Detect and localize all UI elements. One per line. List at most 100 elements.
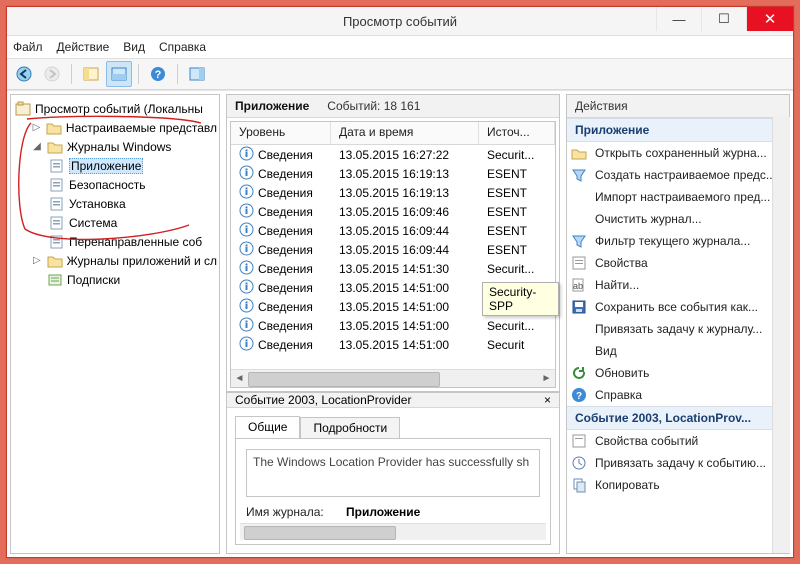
properties-icon [571, 255, 587, 271]
action-attach-task[interactable]: Привязать задачу к журналу... [567, 318, 789, 340]
save-icon [571, 299, 587, 315]
event-row[interactable]: Сведения13.05.2015 16:27:22Securit... [231, 145, 555, 164]
action-copy[interactable]: Копировать▸ [567, 474, 789, 496]
info-icon [239, 203, 254, 221]
info-icon [239, 146, 254, 164]
tree-custom-views[interactable]: ▷Настраиваемые представл [13, 118, 217, 137]
center-pane: Приложение Событий: 18 161 Уровень Дата … [223, 91, 563, 557]
action-save-all-events[interactable]: Сохранить все события как... [567, 296, 789, 318]
menubar: Файл Действие Вид Справка [7, 36, 793, 59]
event-detail-pane: Событие 2003, LocationProvider × Общие П… [226, 392, 560, 554]
col-source[interactable]: Источ... [479, 122, 555, 144]
column-headers: Уровень Дата и время Источ... [231, 122, 555, 145]
action-create-custom-view[interactable]: Создать настраиваемое предс... [567, 164, 789, 186]
maximize-button[interactable]: ☐ [701, 7, 746, 31]
log-name-label: Имя журнала: [246, 505, 336, 519]
action-event-attach-task[interactable]: Привязать задачу к событию... [567, 452, 789, 474]
actions-v-scrollbar[interactable] [772, 117, 790, 553]
detail-title: Событие 2003, LocationProvider [235, 393, 411, 407]
event-message: The Windows Location Provider has succes… [246, 449, 540, 497]
find-icon: ab [571, 277, 587, 293]
action-open-saved-log[interactable]: Открыть сохраненный журна... [567, 142, 789, 164]
tree-root[interactable]: Просмотр событий (Локальны [13, 99, 217, 118]
tab-details[interactable]: Подробности [300, 417, 400, 439]
tree-pane: Просмотр событий (Локальны ▷Настраиваемы… [10, 94, 220, 554]
event-row[interactable]: Сведения13.05.2015 16:09:44ESENT [231, 221, 555, 240]
refresh-icon [571, 365, 587, 381]
properties-icon [571, 433, 587, 449]
action-filter-log[interactable]: Фильтр текущего журнала... [567, 230, 789, 252]
log-icon [49, 177, 65, 193]
task-icon [571, 455, 587, 471]
folder-icon [46, 120, 62, 136]
tree-app-service-logs[interactable]: ▷Журналы приложений и сл [13, 251, 217, 270]
menu-help[interactable]: Справка [159, 40, 206, 54]
funnel-icon [571, 167, 587, 183]
funnel-icon [571, 233, 587, 249]
help-button[interactable]: ? [145, 61, 171, 87]
info-icon [239, 241, 254, 259]
folder-icon [47, 139, 63, 155]
menu-view[interactable]: Вид [123, 40, 145, 54]
action-help[interactable]: ?Справка▸ [567, 384, 789, 406]
show-preview-button[interactable] [106, 61, 132, 87]
tree-system[interactable]: Система [13, 213, 217, 232]
action-event-properties[interactable]: Свойства событий [567, 430, 789, 452]
forward-button[interactable] [39, 61, 65, 87]
tree-application[interactable]: Приложение [13, 156, 217, 175]
copy-icon [571, 477, 587, 493]
detail-h-scrollbar[interactable] [240, 523, 546, 540]
info-icon [239, 336, 254, 354]
action-import-custom-view[interactable]: Импорт настраиваемого пред... [567, 186, 789, 208]
list-header: Приложение Событий: 18 161 [227, 95, 559, 118]
expand-icon[interactable]: ▷ [31, 122, 42, 133]
show-tree-button[interactable] [78, 61, 104, 87]
list-count: Событий: 18 161 [327, 99, 420, 113]
back-button[interactable] [11, 61, 37, 87]
expand-icon[interactable]: ▷ [31, 255, 43, 266]
log-icon [49, 196, 65, 212]
collapse-icon[interactable]: ◢ [31, 141, 43, 152]
tree-setup[interactable]: Установка [13, 194, 217, 213]
info-icon [239, 222, 254, 240]
event-row[interactable]: Сведения13.05.2015 14:51:00Securit... [231, 316, 555, 335]
minimize-button[interactable]: — [656, 7, 701, 31]
event-row[interactable]: Сведения13.05.2015 16:19:13ESENT [231, 183, 555, 202]
event-row[interactable]: Сведения13.05.2015 16:09:44ESENT [231, 240, 555, 259]
svg-text:?: ? [576, 391, 582, 402]
subscriptions-icon [47, 272, 63, 288]
action-clear-log[interactable]: Очистить журнал... [567, 208, 789, 230]
scroll-right-icon[interactable]: ► [538, 370, 555, 387]
event-row[interactable]: Сведения13.05.2015 16:09:46ESENT [231, 202, 555, 221]
titlebar: Просмотр событий — ☐ ✕ [7, 7, 793, 36]
tree-windows-logs[interactable]: ◢Журналы Windows [13, 137, 217, 156]
list-title: Приложение [235, 99, 309, 113]
actions-group-event: Событие 2003, LocationProv... [575, 411, 751, 425]
svg-text:ab: ab [573, 281, 583, 291]
open-folder-icon [571, 145, 587, 161]
col-level[interactable]: Уровень [231, 122, 331, 144]
tab-general[interactable]: Общие [235, 416, 300, 438]
detail-close-icon[interactable]: × [544, 393, 551, 407]
action-pane-button[interactable] [184, 61, 210, 87]
log-name-value: Приложение [346, 505, 420, 519]
action-find[interactable]: abНайти... [567, 274, 789, 296]
menu-action[interactable]: Действие [57, 40, 110, 54]
actions-group-app: Приложение [575, 123, 649, 137]
tree-subscriptions[interactable]: Подписки [13, 270, 217, 289]
event-row[interactable]: Сведения13.05.2015 14:51:30Securit... [231, 259, 555, 278]
tree-forwarded[interactable]: Перенаправленные соб [13, 232, 217, 251]
event-row[interactable]: Сведения13.05.2015 14:51:00Securit [231, 335, 555, 354]
menu-file[interactable]: Файл [13, 40, 43, 54]
log-icon [49, 234, 65, 250]
list-h-scrollbar[interactable]: ◄ ► [231, 369, 555, 387]
close-button[interactable]: ✕ [746, 7, 793, 31]
col-datetime[interactable]: Дата и время [331, 122, 479, 144]
scroll-left-icon[interactable]: ◄ [231, 370, 248, 387]
action-view-submenu[interactable]: Вид▸ [567, 340, 789, 362]
event-row[interactable]: Сведения13.05.2015 16:19:13ESENT [231, 164, 555, 183]
action-properties[interactable]: Свойства [567, 252, 789, 274]
tree-security[interactable]: Безопасность [13, 175, 217, 194]
action-refresh[interactable]: Обновить [567, 362, 789, 384]
event-viewer-icon [15, 101, 31, 117]
